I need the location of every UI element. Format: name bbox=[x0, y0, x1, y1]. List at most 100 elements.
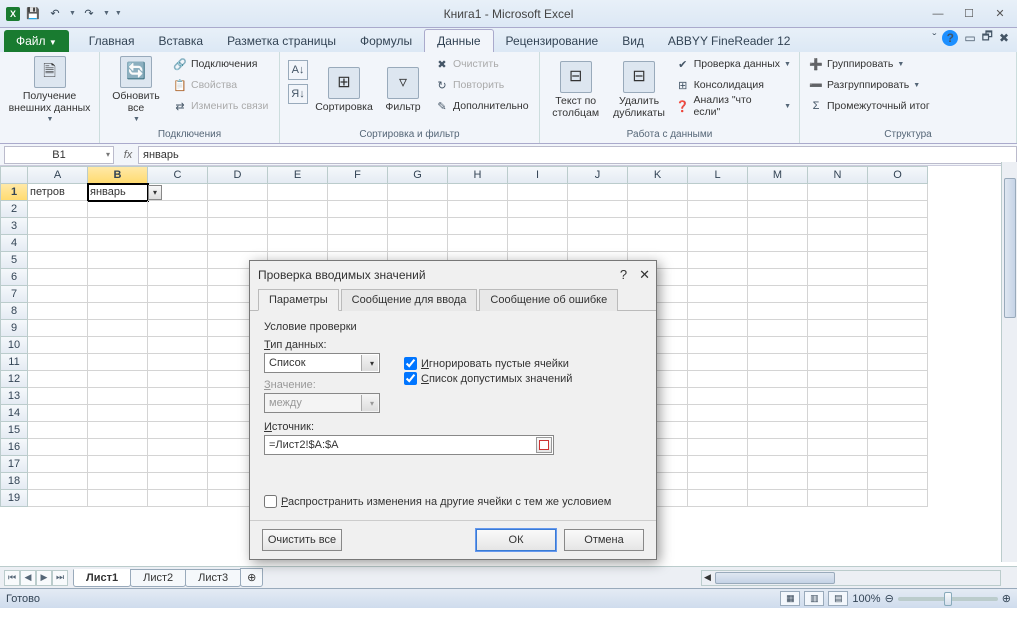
cell-B18[interactable] bbox=[88, 473, 148, 490]
cell-L11[interactable] bbox=[688, 354, 748, 371]
new-sheet-button[interactable]: ⊕ bbox=[240, 568, 263, 587]
cell-F4[interactable] bbox=[328, 235, 388, 252]
cell-N4[interactable] bbox=[808, 235, 868, 252]
cell-A16[interactable] bbox=[28, 439, 88, 456]
cell-M5[interactable] bbox=[748, 252, 808, 269]
zoom-in-button[interactable]: ⊕ bbox=[1002, 592, 1011, 605]
cell-C10[interactable] bbox=[148, 337, 208, 354]
cell-L12[interactable] bbox=[688, 371, 748, 388]
cell-A9[interactable] bbox=[28, 320, 88, 337]
advanced-filter-button[interactable]: ✎Дополнительно bbox=[432, 96, 531, 116]
cell-F2[interactable] bbox=[328, 201, 388, 218]
cell-O2[interactable] bbox=[868, 201, 928, 218]
cell-A19[interactable] bbox=[28, 490, 88, 507]
normal-view-button[interactable]: ▦ bbox=[780, 591, 800, 606]
row-header-14[interactable]: 14 bbox=[0, 405, 28, 422]
connections-button[interactable]: 🔗Подключения bbox=[170, 54, 270, 74]
cell-N2[interactable] bbox=[808, 201, 868, 218]
cell-M19[interactable] bbox=[748, 490, 808, 507]
cell-B3[interactable] bbox=[88, 218, 148, 235]
row-header-15[interactable]: 15 bbox=[0, 422, 28, 439]
cell-L15[interactable] bbox=[688, 422, 748, 439]
cell-M13[interactable] bbox=[748, 388, 808, 405]
col-header-E[interactable]: E bbox=[268, 166, 328, 184]
cell-B7[interactable] bbox=[88, 286, 148, 303]
cell-N18[interactable] bbox=[808, 473, 868, 490]
cell-M4[interactable] bbox=[748, 235, 808, 252]
cell-A6[interactable] bbox=[28, 269, 88, 286]
wb-minimize-icon[interactable]: ▭ bbox=[964, 31, 975, 45]
row-header-6[interactable]: 6 bbox=[0, 269, 28, 286]
page-layout-button[interactable]: ▥ bbox=[804, 591, 824, 606]
sheet-tab-1[interactable]: Лист1 bbox=[73, 569, 131, 587]
cell-N13[interactable] bbox=[808, 388, 868, 405]
close-button[interactable]: ✕ bbox=[985, 5, 1015, 23]
cell-O9[interactable] bbox=[868, 320, 928, 337]
cell-N9[interactable] bbox=[808, 320, 868, 337]
cell-A10[interactable] bbox=[28, 337, 88, 354]
tab-view[interactable]: Вид bbox=[610, 30, 656, 52]
help-icon[interactable]: ? bbox=[942, 30, 958, 46]
cell-A11[interactable] bbox=[28, 354, 88, 371]
row-header-3[interactable]: 3 bbox=[0, 218, 28, 235]
cell-N10[interactable] bbox=[808, 337, 868, 354]
consolidate-button[interactable]: ⊞Консолидация bbox=[673, 75, 793, 95]
clear-all-button[interactable]: Очистить все bbox=[262, 529, 342, 551]
cell-A12[interactable] bbox=[28, 371, 88, 388]
cell-M6[interactable] bbox=[748, 269, 808, 286]
zoom-level[interactable]: 100% bbox=[852, 593, 880, 605]
cell-O14[interactable] bbox=[868, 405, 928, 422]
cell-L4[interactable] bbox=[688, 235, 748, 252]
allow-select[interactable]: Список▾ bbox=[264, 353, 380, 373]
row-header-4[interactable]: 4 bbox=[0, 235, 28, 252]
cell-B17[interactable] bbox=[88, 456, 148, 473]
sort-desc-button[interactable]: Я↓ bbox=[286, 84, 310, 104]
cell-C7[interactable] bbox=[148, 286, 208, 303]
col-header-I[interactable]: I bbox=[508, 166, 568, 184]
cell-C2[interactable] bbox=[148, 201, 208, 218]
zoom-slider[interactable] bbox=[898, 597, 998, 601]
row-header-2[interactable]: 2 bbox=[0, 201, 28, 218]
cell-N16[interactable] bbox=[808, 439, 868, 456]
dialog-help-icon[interactable]: ? bbox=[620, 267, 627, 283]
dialog-close-icon[interactable]: ✕ bbox=[639, 267, 650, 283]
col-header-O[interactable]: O bbox=[868, 166, 928, 184]
cell-M9[interactable] bbox=[748, 320, 808, 337]
wb-close-icon[interactable]: ✖ bbox=[999, 31, 1009, 45]
reapply-button[interactable]: ↻Повторить bbox=[432, 75, 531, 95]
row-header-7[interactable]: 7 bbox=[0, 286, 28, 303]
cell-N6[interactable] bbox=[808, 269, 868, 286]
cell-J2[interactable] bbox=[568, 201, 628, 218]
cell-L1[interactable] bbox=[688, 184, 748, 201]
cell-D2[interactable] bbox=[208, 201, 268, 218]
tab-formulas[interactable]: Формулы bbox=[348, 30, 424, 52]
sort-asc-button[interactable]: А↓ bbox=[286, 60, 310, 80]
cell-B16[interactable] bbox=[88, 439, 148, 456]
cell-K4[interactable] bbox=[628, 235, 688, 252]
col-header-G[interactable]: G bbox=[388, 166, 448, 184]
cell-O13[interactable] bbox=[868, 388, 928, 405]
col-header-M[interactable]: M bbox=[748, 166, 808, 184]
cell-H3[interactable] bbox=[448, 218, 508, 235]
cell-C18[interactable] bbox=[148, 473, 208, 490]
cell-C5[interactable] bbox=[148, 252, 208, 269]
cell-A5[interactable] bbox=[28, 252, 88, 269]
cell-A2[interactable] bbox=[28, 201, 88, 218]
in-cell-dropdown-checkbox[interactable]: Список допустимых значений bbox=[404, 372, 572, 385]
cell-B10[interactable] bbox=[88, 337, 148, 354]
range-picker-icon[interactable] bbox=[536, 437, 552, 453]
cell-F1[interactable] bbox=[328, 184, 388, 201]
cell-E2[interactable] bbox=[268, 201, 328, 218]
cell-O10[interactable] bbox=[868, 337, 928, 354]
cell-M14[interactable] bbox=[748, 405, 808, 422]
cell-B8[interactable] bbox=[88, 303, 148, 320]
cell-O19[interactable] bbox=[868, 490, 928, 507]
cell-C3[interactable] bbox=[148, 218, 208, 235]
cell-C16[interactable] bbox=[148, 439, 208, 456]
cell-M12[interactable] bbox=[748, 371, 808, 388]
cell-I2[interactable] bbox=[508, 201, 568, 218]
cell-M1[interactable] bbox=[748, 184, 808, 201]
cell-G1[interactable] bbox=[388, 184, 448, 201]
dialog-title-bar[interactable]: Проверка вводимых значений ? ✕ bbox=[250, 261, 656, 289]
cell-E4[interactable] bbox=[268, 235, 328, 252]
